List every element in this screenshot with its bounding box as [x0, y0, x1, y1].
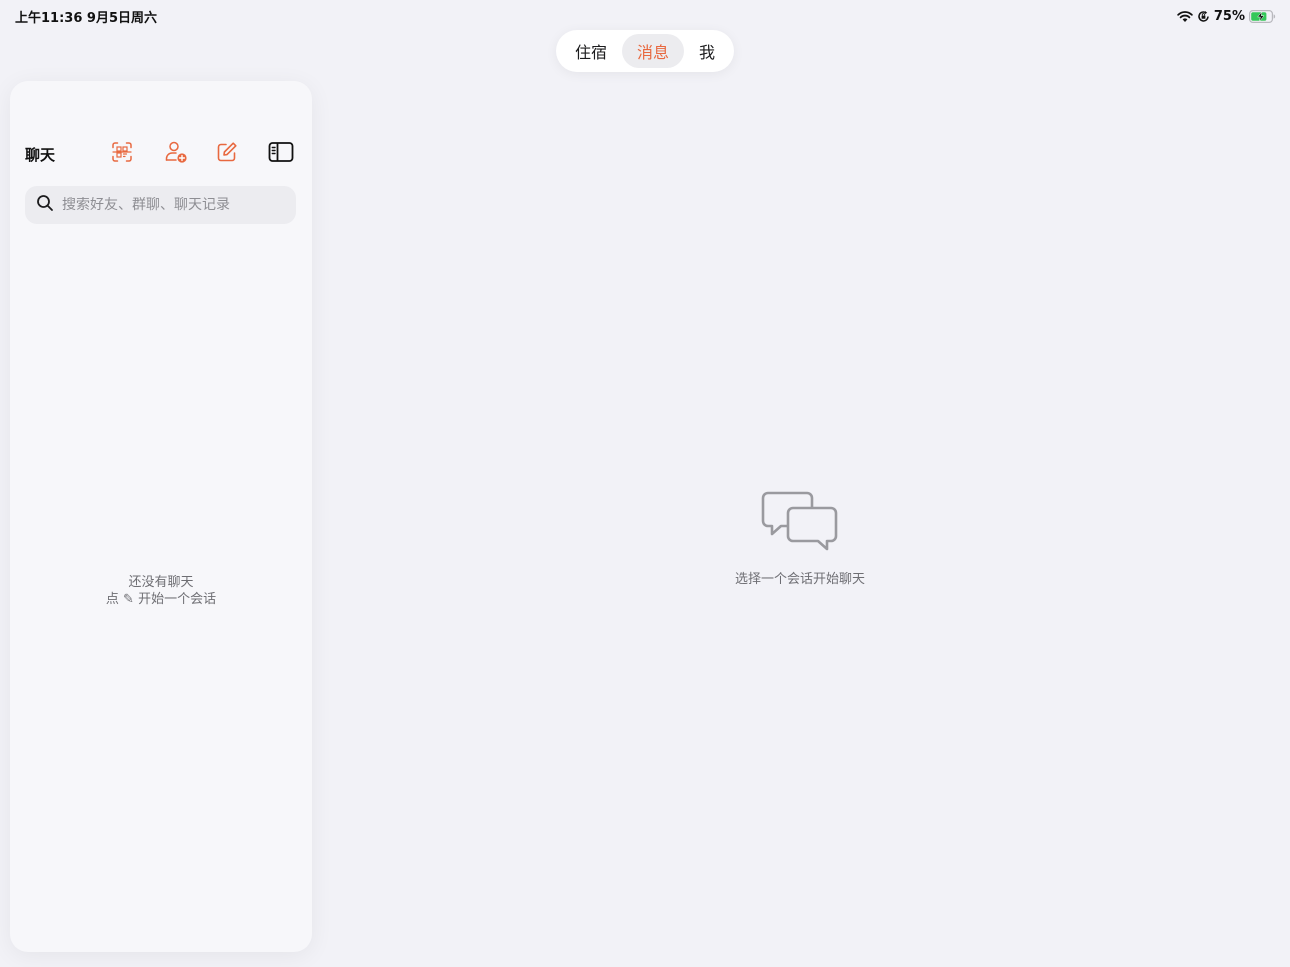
search-input[interactable] — [62, 197, 282, 213]
tab-me[interactable]: 我 — [684, 34, 730, 68]
sidebar-title: 聊天 — [25, 146, 56, 164]
status-bar: 上午11:36 9月5日周六 75% — [0, 0, 1290, 32]
top-tab-bar: 住宿 消息 我 — [556, 30, 734, 72]
empty-list-line2: 点 ✎ 开始一个会话 — [105, 592, 217, 607]
search-bar[interactable] — [25, 186, 296, 224]
main-empty-text: 选择一个会话开始聊天 — [734, 572, 865, 587]
status-indicators: 75% — [1177, 6, 1276, 26]
chat-bubbles-icon — [720, 490, 880, 554]
empty-chat-list: 还没有聊天 点 ✎ 开始一个会话 — [10, 574, 312, 608]
tab-stays[interactable]: 住宿 — [560, 34, 622, 68]
empty-list-line1: 还没有聊天 — [128, 575, 194, 590]
scan-button[interactable] — [108, 140, 136, 168]
wifi-icon — [1177, 10, 1193, 23]
tab-messages[interactable]: 消息 — [622, 34, 684, 68]
toggle-sidebar-icon — [268, 141, 294, 167]
search-icon — [36, 194, 54, 216]
scan-qr-icon — [110, 140, 134, 168]
orientation-lock-icon — [1197, 10, 1210, 23]
sidebar-header: 聊天 — [10, 136, 312, 170]
add-friend-icon — [163, 139, 189, 169]
add-friend-button[interactable] — [162, 140, 190, 168]
battery-percent: 75% — [1213, 8, 1245, 24]
main-empty-state: 选择一个会话开始聊天 — [720, 490, 880, 587]
status-time-date: 上午11:36 9月5日周六 — [15, 11, 157, 26]
chat-sidebar: 聊天 搜索好友、群聊、聊天记录 还没有聊天 点 ✎ 开始一个会话 — [10, 81, 312, 952]
battery-charging-icon — [1249, 9, 1276, 23]
toggle-sidebar-button[interactable] — [267, 140, 295, 168]
compose-icon — [215, 140, 239, 168]
compose-button[interactable] — [213, 140, 241, 168]
